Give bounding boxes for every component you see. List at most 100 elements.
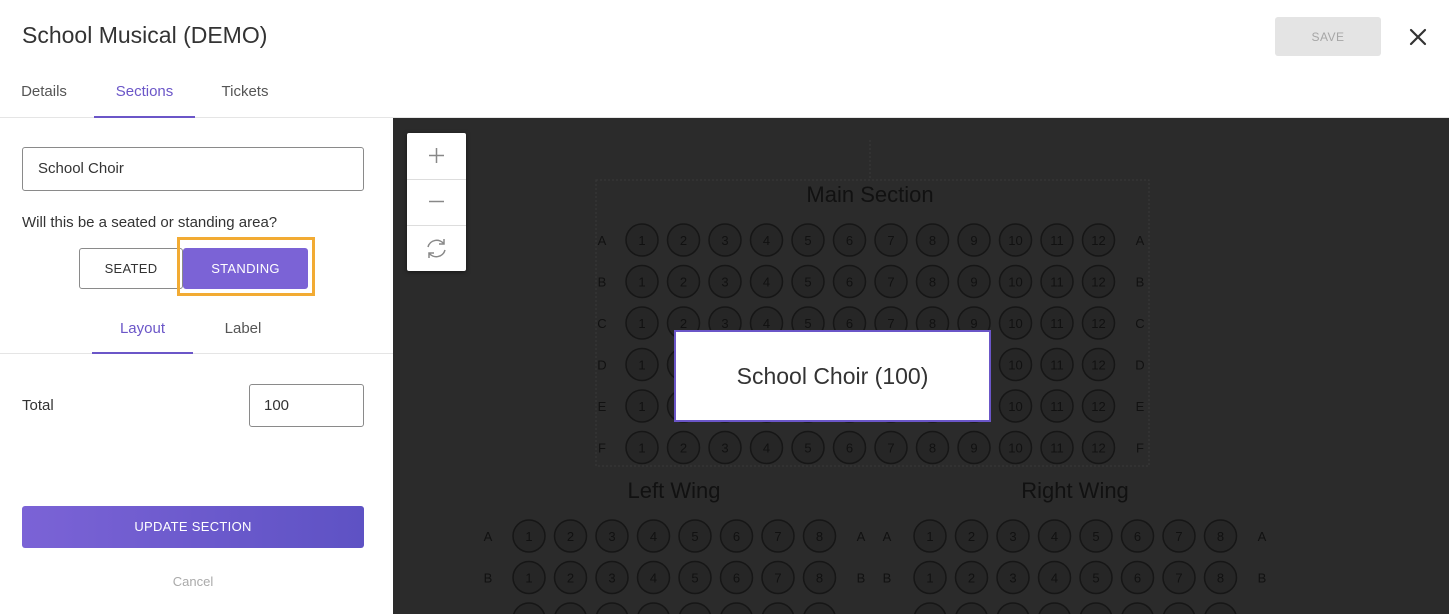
main-seat-number: 3	[721, 441, 728, 456]
right-wing-seat-number: 6	[1134, 529, 1141, 544]
left-wing-seat-number: 3	[608, 529, 615, 544]
subtab-label[interactable]: Label	[200, 311, 286, 354]
zoom-in-button[interactable]	[407, 133, 466, 178]
main-seat-number: 7	[887, 316, 894, 331]
right-wing-seat-number: 4	[1051, 571, 1058, 586]
main-seat-number: 4	[763, 316, 770, 331]
left-wing-seat-number: 6	[733, 571, 740, 586]
main-seat-number: 9	[970, 275, 977, 290]
main-row-label: C	[1135, 316, 1144, 331]
left-wing-title: Left Wing	[628, 478, 721, 503]
reset-view-button[interactable]	[407, 225, 466, 270]
right-wing-seat-number: 3	[1009, 529, 1016, 544]
main-seat-number: 8	[929, 275, 936, 290]
right-wing-row-label: B	[1258, 571, 1267, 586]
main-seat-number: 12	[1091, 399, 1105, 414]
right-wing-seat-number: 6	[1134, 571, 1141, 586]
left-wing-row-label: B	[857, 571, 866, 586]
main-seat-number: 10	[1008, 233, 1022, 248]
tab-sections[interactable]: Sections	[94, 72, 195, 118]
left-wing-seat-number: 5	[691, 571, 698, 586]
left-wing-seat-number: 2	[567, 529, 574, 544]
main-seat-number: 7	[887, 275, 894, 290]
main-seat-number: 1	[638, 358, 645, 373]
main-seat-number: 12	[1091, 316, 1105, 331]
main-seat-number: 6	[846, 316, 853, 331]
tab-bar: Details Sections Tickets	[0, 72, 1449, 118]
left-wing-seat-number: 4	[650, 529, 657, 544]
main-seat-number: 9	[970, 316, 977, 331]
main-seat-number: 2	[680, 275, 687, 290]
left-wing-row-label: A	[857, 529, 866, 544]
left-wing-seat-number: 1	[525, 529, 532, 544]
main-seat-number: 11	[1050, 316, 1064, 331]
main-seat-number: 2	[680, 441, 687, 456]
main-seat-number: 1	[638, 441, 645, 456]
main-seat-number: 9	[970, 233, 977, 248]
main-seat-number: 9	[970, 441, 977, 456]
right-wing-seat-number: 3	[1009, 571, 1016, 586]
left-wing-seat-number: 7	[774, 529, 781, 544]
main-row-label: B	[1136, 275, 1145, 290]
main-seat-number: 3	[721, 316, 728, 331]
total-label: Total	[22, 397, 54, 414]
tab-tickets[interactable]: Tickets	[202, 72, 288, 118]
right-wing-row-label: B	[883, 571, 892, 586]
refresh-icon	[427, 239, 446, 258]
main-row-label: F	[1136, 441, 1144, 456]
main-row-label: B	[598, 275, 607, 290]
main-seat-number: 10	[1008, 316, 1022, 331]
main-row-label: D	[1135, 358, 1144, 373]
main-seat-number: 6	[846, 441, 853, 456]
save-button[interactable]: SAVE	[1275, 17, 1381, 56]
main-seat-number: 8	[929, 441, 936, 456]
main-row-label: E	[598, 399, 607, 414]
main-section-title: Main Section	[806, 182, 933, 207]
main-seat-number: 11	[1050, 358, 1064, 373]
main-seat-number: 12	[1091, 358, 1105, 373]
left-wing-row-label: B	[484, 571, 493, 586]
update-section-button[interactable]: UPDATE SECTION	[22, 506, 364, 548]
close-button[interactable]	[1404, 23, 1432, 51]
right-wing-seat-number: 1	[926, 529, 933, 544]
seated-button[interactable]: SEATED	[79, 248, 183, 289]
total-input[interactable]: 100	[249, 384, 364, 427]
zoom-out-button[interactable]	[407, 179, 466, 224]
main-seat-number: 5	[804, 275, 811, 290]
subtab-bar: Layout Label	[0, 311, 393, 354]
highlight-box	[177, 237, 315, 296]
main-seat-number: 4	[763, 441, 770, 456]
main-seat-number: 12	[1091, 441, 1105, 456]
standing-section-label[interactable]: School Choir (100)	[674, 330, 991, 422]
seating-map-canvas[interactable]: Main Section A 1 2 3 4 5 6 7 8 9 10 11 12 A B 1 2 3 4 5 6 7 8 9 1…	[393, 118, 1449, 614]
tab-details[interactable]: Details	[0, 72, 88, 118]
left-wing-seat-number: 4	[650, 571, 657, 586]
zoom-controls	[407, 133, 466, 271]
main-seat-number: 10	[1008, 399, 1022, 414]
section-name-input[interactable]: School Choir	[22, 147, 364, 191]
page-title: School Musical (DEMO)	[22, 22, 268, 48]
main-seat-number: 12	[1091, 233, 1105, 248]
main-seat-number: 1	[638, 399, 645, 414]
main-row-label: F	[598, 441, 606, 456]
main-seat-number: 11	[1050, 233, 1064, 248]
main-seat-number: 12	[1091, 275, 1105, 290]
main-seat-number: 10	[1008, 358, 1022, 373]
main-seat-number: 11	[1050, 275, 1064, 290]
modal-header: School Musical (DEMO) SAVE	[0, 0, 1449, 72]
main-seat-number: 7	[887, 441, 894, 456]
right-wing-row-label: A	[883, 529, 892, 544]
main-row-label: A	[598, 233, 607, 248]
right-wing-title: Right Wing	[1021, 478, 1129, 503]
plus-icon	[429, 148, 444, 163]
main-seat-number: 5	[804, 441, 811, 456]
left-wing-row-label: A	[484, 529, 493, 544]
main-row-label: E	[1136, 399, 1145, 414]
subtab-layout[interactable]: Layout	[92, 311, 193, 354]
cancel-link[interactable]: Cancel	[0, 574, 386, 589]
main-seat-number: 8	[929, 233, 936, 248]
right-wing-seat-number: 2	[968, 529, 975, 544]
main-seat-number: 5	[804, 316, 811, 331]
minus-icon	[429, 200, 444, 203]
left-wing-seat-number: 1	[525, 571, 532, 586]
